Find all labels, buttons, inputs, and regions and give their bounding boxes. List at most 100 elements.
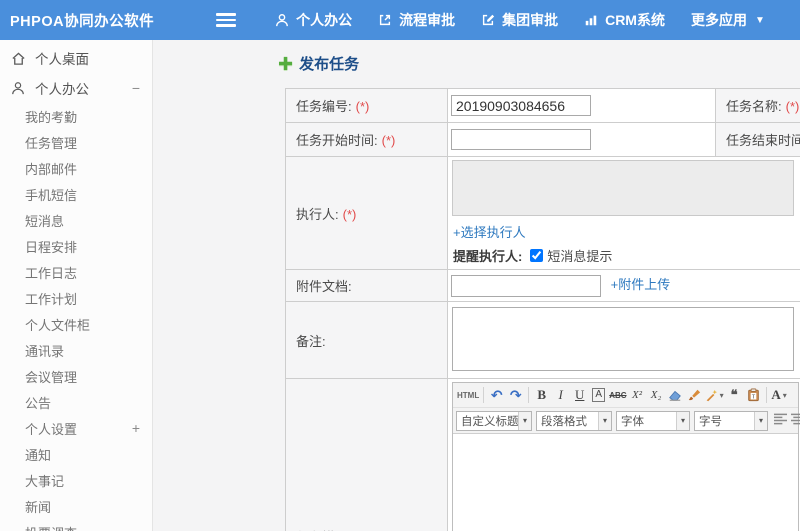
sidebar-item-label: 短消息 <box>25 213 65 229</box>
chart-icon <box>585 15 597 26</box>
strikethrough-button[interactable]: ABC <box>609 386 626 405</box>
sidebar-item-17[interactable]: 新闻 <box>0 493 152 519</box>
bold-button[interactable]: B <box>533 386 550 405</box>
sidebar-item-13[interactable]: 公告 <box>0 389 152 415</box>
font-style-button[interactable]: A <box>592 388 606 402</box>
sidebar-item-12[interactable]: 会议管理 <box>0 363 152 389</box>
choose-executor-link[interactable]: +选择执行人 <box>453 225 526 240</box>
caret-down-icon: ▾ <box>782 390 787 400</box>
start-time-label-cell: 任务开始时间: (*) <box>285 122 448 157</box>
remark-textarea[interactable] <box>452 306 794 371</box>
rich-text-editor: HTML ↶ ↷ B I U A ABC X² X₂ ▾ ❝ T A ▾ 自定义… <box>452 382 800 531</box>
html-source-button[interactable]: HTML <box>457 386 479 405</box>
sidebar-item-label: 公告 <box>25 395 52 411</box>
format-painter-button[interactable] <box>686 386 703 405</box>
sidebar-item-label: 内部邮件 <box>25 161 78 177</box>
editor-toolbar-row2: 自定义标题 ▾ 段落格式 ▾ 字体 ▾ 字号 ▾ <box>453 408 800 433</box>
sidebar-item-10[interactable]: 个人文件柜 <box>0 311 152 337</box>
italic-button[interactable]: I <box>552 386 569 405</box>
sidebar-item-2[interactable]: 我的考勤 <box>0 103 152 129</box>
topbar: PHPOA协同办公软件 个人办公 流程审批 集团审批 CRM系统 更多应用 ▼ <box>0 0 800 40</box>
remark-label-cell: 备注: <box>285 301 448 379</box>
subscript-button[interactable]: X₂ <box>648 386 665 405</box>
autotypeset-button[interactable]: ▾ <box>705 386 724 405</box>
attachment-upload-link[interactable]: +附件上传 <box>611 277 671 292</box>
required-mark: (*) <box>785 99 800 114</box>
sidebar-item-label: 通讯录 <box>25 343 65 359</box>
eraser-button[interactable] <box>667 386 684 405</box>
sidebar-item-18[interactable]: 投票调查 <box>0 519 152 531</box>
sidebar-item-label: 任务管理 <box>25 135 78 151</box>
sidebar-item-6[interactable]: 短消息 <box>0 207 152 233</box>
caret-down-icon: ▾ <box>676 411 689 430</box>
editor-toolbar-row1: HTML ↶ ↷ B I U A ABC X² X₂ ▾ ❝ T A ▾ <box>453 383 798 408</box>
task-no-label-cell: 任务编号: (*) <box>285 88 448 123</box>
nav-personal-office[interactable]: 个人办公 <box>262 0 365 40</box>
task-form-table: 任务编号:(*) 任务名称:(*) 任务开始时间:(*) 任务结束时间:(*) <box>285 88 800 531</box>
blockquote-button[interactable]: ❝ <box>726 386 743 405</box>
undo-button[interactable]: ↶ <box>488 386 505 405</box>
edit-icon <box>483 14 495 26</box>
sidebar-item-0[interactable]: 个人桌面 <box>0 43 152 73</box>
nav-crm-system[interactable]: CRM系统 <box>571 0 678 40</box>
sidebar-item-14[interactable]: 个人设置 + <box>0 415 152 441</box>
align-left-icon[interactable] <box>774 413 787 428</box>
start-time-input[interactable] <box>451 129 591 150</box>
sidebar-item-9[interactable]: 工作计划 <box>0 285 152 311</box>
main-content: ✚ 发布任务 任务编号:(*) 任务名称:(*) 任务开始时间:(*) <box>154 40 800 531</box>
attachment-input[interactable] <box>451 274 601 297</box>
sidebar-item-3[interactable]: 任务管理 <box>0 129 152 155</box>
sidebar-item-1[interactable]: 个人办公 − <box>0 73 152 103</box>
executor-label-cell: 执行人: (*) <box>285 156 448 270</box>
align-center-icon[interactable] <box>791 413 800 428</box>
executor-box[interactable] <box>452 160 794 216</box>
paragraph-format-select[interactable]: 段落格式 ▾ <box>536 410 612 431</box>
paste-word-button[interactable]: T <box>745 386 762 405</box>
home-icon <box>11 51 26 66</box>
sidebar-item-label: 新闻 <box>25 499 52 515</box>
description-label-cell: 任务描述:(*) <box>285 378 448 531</box>
user-icon <box>11 81 26 96</box>
nav-group-approval[interactable]: 集团审批 <box>468 0 571 40</box>
sidebar-item-4[interactable]: 内部邮件 <box>0 155 152 181</box>
paste-icon: T <box>747 388 759 402</box>
nav-more-apps[interactable]: 更多应用 ▼ <box>678 0 778 40</box>
task-name-label-cell: 任务名称: (*) <box>715 88 800 123</box>
font-family-select[interactable]: 字体 ▾ <box>616 410 690 431</box>
sidebar-item-label: 工作日志 <box>25 265 78 281</box>
sidebar-item-15[interactable]: 通知 <box>0 441 152 467</box>
menu-toggle-icon[interactable] <box>216 13 237 27</box>
attachment-label-cell: 附件文档: <box>285 269 448 302</box>
font-size-select[interactable]: 字号 ▾ <box>694 410 768 431</box>
sidebar-item-7[interactable]: 日程安排 <box>0 233 152 259</box>
collapse-icon[interactable]: − <box>132 80 140 96</box>
caret-down-icon: ▾ <box>754 411 767 430</box>
sidebar-item-label: 我的考勤 <box>25 109 78 125</box>
sidebar-item-11[interactable]: 通讯录 <box>0 337 152 363</box>
svg-text:T: T <box>751 394 755 400</box>
sidebar: 个人桌面个人办公 − 我的考勤任务管理内部邮件手机短信短消息日程安排工作日志工作计划… <box>0 40 153 531</box>
required-mark: (*) <box>342 206 357 222</box>
font-color-button[interactable]: A ▾ <box>771 386 788 405</box>
custom-title-select[interactable]: 自定义标题 ▾ <box>456 410 532 431</box>
editor-content-area[interactable] <box>453 433 798 531</box>
sidebar-item-5[interactable]: 手机短信 <box>0 181 152 207</box>
caret-down-icon: ▾ <box>518 411 531 430</box>
page-head: ✚ 发布任务 <box>278 53 359 74</box>
task-no-input[interactable] <box>451 95 591 116</box>
sidebar-item-16[interactable]: 大事记 <box>0 467 152 493</box>
required-mark: (*) <box>381 133 396 148</box>
sidebar-item-label: 个人文件柜 <box>25 317 91 333</box>
sidebar-item-label: 投票调查 <box>25 523 140 531</box>
redo-button[interactable]: ↷ <box>507 386 524 405</box>
nav-workflow-approval[interactable]: 流程审批 <box>365 0 468 40</box>
sidebar-item-8[interactable]: 工作日志 <box>0 259 152 285</box>
sms-remind-checkbox[interactable] <box>530 249 544 262</box>
underline-button[interactable]: U <box>571 386 588 405</box>
superscript-button[interactable]: X² <box>629 386 646 405</box>
flow-icon <box>380 14 391 26</box>
expand-icon[interactable]: + <box>132 420 140 436</box>
magic-wand-icon <box>706 389 717 401</box>
sidebar-item-label: 个人桌面 <box>35 52 89 67</box>
user-icon <box>276 14 289 27</box>
